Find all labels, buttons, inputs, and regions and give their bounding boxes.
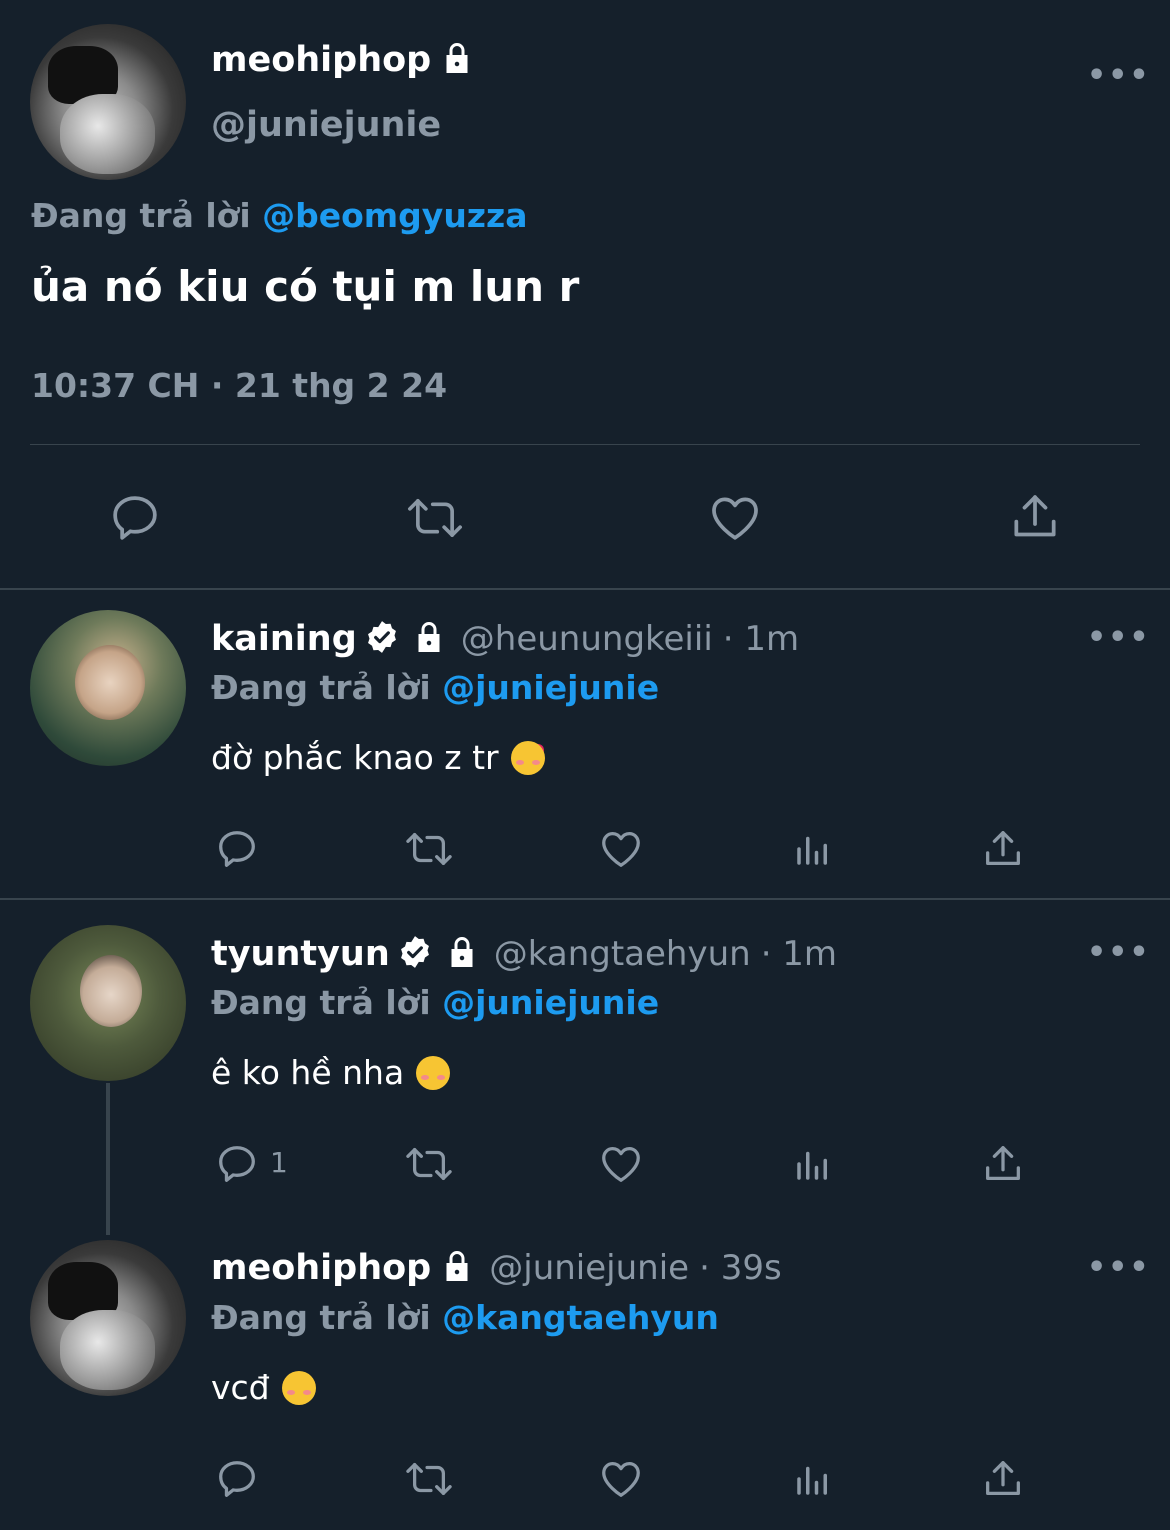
retweet-icon[interactable] xyxy=(403,490,467,546)
main-display-name[interactable]: meohiphop xyxy=(211,40,431,80)
lock-icon xyxy=(439,40,475,80)
divider xyxy=(0,588,1170,590)
reply-context: Đang trả lời @juniejunie xyxy=(211,983,659,1022)
reply-time[interactable]: · 1m xyxy=(761,934,837,974)
lock-icon xyxy=(444,934,480,974)
analytics-icon[interactable] xyxy=(792,1458,834,1500)
like-icon[interactable] xyxy=(597,826,645,872)
avatar-kaining[interactable] xyxy=(30,610,186,766)
analytics-icon[interactable] xyxy=(792,1143,834,1185)
reply-handle[interactable]: @kangtaehyun xyxy=(494,934,751,974)
reply-handle[interactable]: @juniejunie xyxy=(489,1248,689,1288)
reply-context: Đang trả lời @juniejunie xyxy=(211,668,659,707)
more-options-icon[interactable]: ••• xyxy=(1087,935,1151,970)
main-reply-context: Đang trả lời @beomgyuzza xyxy=(31,196,528,235)
share-icon[interactable] xyxy=(980,1140,1026,1188)
retweet-icon[interactable] xyxy=(401,826,457,872)
reply-icon[interactable] xyxy=(107,490,163,546)
reply-prefix: Đang trả lời xyxy=(211,668,431,707)
main-handle[interactable]: @juniejunie xyxy=(211,105,441,145)
reply-author-row: tyuntyun @kangtaehyun · 1m xyxy=(211,933,837,975)
reply-handle[interactable]: @heunungkeiii xyxy=(461,619,713,659)
reply-to-link[interactable]: @juniejunie xyxy=(442,668,659,707)
more-options-icon[interactable]: ••• xyxy=(1087,58,1151,93)
lock-icon xyxy=(439,1248,475,1288)
reply-text: đờ phắc knao z tr xyxy=(211,738,499,777)
avatar-meohiphop[interactable] xyxy=(30,1240,186,1396)
reply-display-name[interactable]: kaining xyxy=(211,619,357,659)
avatar-meohiphop[interactable] xyxy=(30,24,186,180)
reply-to-link[interactable]: @beomgyuzza xyxy=(262,196,527,235)
share-icon[interactable] xyxy=(980,825,1026,873)
thread-connector-line xyxy=(106,1083,110,1235)
reply-prefix: Đang trả lời xyxy=(211,1298,431,1337)
divider xyxy=(0,898,1170,900)
reply-time[interactable]: · 39s xyxy=(699,1248,782,1288)
like-icon[interactable] xyxy=(597,1141,645,1187)
reply-time[interactable]: · 1m xyxy=(723,619,799,659)
retweet-icon[interactable] xyxy=(401,1456,457,1502)
reply-context: Đang trả lời @kangtaehyun xyxy=(211,1298,719,1337)
avatar-tyuntyun[interactable] xyxy=(30,925,186,1081)
verified-badge-icon xyxy=(396,933,434,975)
analytics-icon[interactable] xyxy=(792,828,834,870)
divider xyxy=(30,444,1140,445)
share-icon[interactable] xyxy=(1007,488,1063,546)
reply-icon[interactable] xyxy=(214,826,260,872)
main-author-row: meohiphop xyxy=(211,40,475,80)
reply-prefix: Đang trả lời xyxy=(31,196,251,235)
like-icon[interactable] xyxy=(706,490,764,546)
reply-text: ê ko hề nha xyxy=(211,1053,405,1092)
reply-count: 1 xyxy=(270,1146,288,1179)
smiling-face-icon xyxy=(281,1370,316,1405)
lock-icon xyxy=(411,619,447,659)
reply-to-link[interactable]: @juniejunie xyxy=(442,983,659,1022)
retweet-icon[interactable] xyxy=(401,1141,457,1187)
reply-display-name[interactable]: tyuntyun xyxy=(211,934,390,974)
verified-badge-icon xyxy=(363,618,401,660)
smiling-face-with-hearts-icon xyxy=(510,740,545,775)
reply-icon[interactable] xyxy=(214,1141,260,1187)
reply-icon[interactable] xyxy=(214,1456,260,1502)
smiling-face-icon xyxy=(416,1055,451,1090)
like-icon[interactable] xyxy=(597,1456,645,1502)
reply-display-name[interactable]: meohiphop xyxy=(211,1248,431,1288)
reply-text: vcđ xyxy=(211,1368,270,1407)
more-options-icon[interactable]: ••• xyxy=(1087,1250,1151,1285)
reply-text-row: ê ko hề nha xyxy=(211,1053,451,1092)
main-tweet-text: ủa nó kiu có tụi m lun r xyxy=(31,262,580,311)
main-timestamp[interactable]: 10:37 CH · 21 thg 2 24 xyxy=(31,366,447,405)
reply-prefix: Đang trả lời xyxy=(211,983,431,1022)
reply-to-link[interactable]: @kangtaehyun xyxy=(442,1298,719,1337)
reply-text-row: vcđ xyxy=(211,1368,316,1407)
reply-text-row: đờ phắc knao z tr xyxy=(211,738,545,777)
reply-author-row: meohiphop @juniejunie · 39s xyxy=(211,1248,782,1288)
reply-author-row: kaining @heunungkeiii · 1m xyxy=(211,618,799,660)
more-options-icon[interactable]: ••• xyxy=(1087,620,1151,655)
share-icon[interactable] xyxy=(980,1455,1026,1503)
